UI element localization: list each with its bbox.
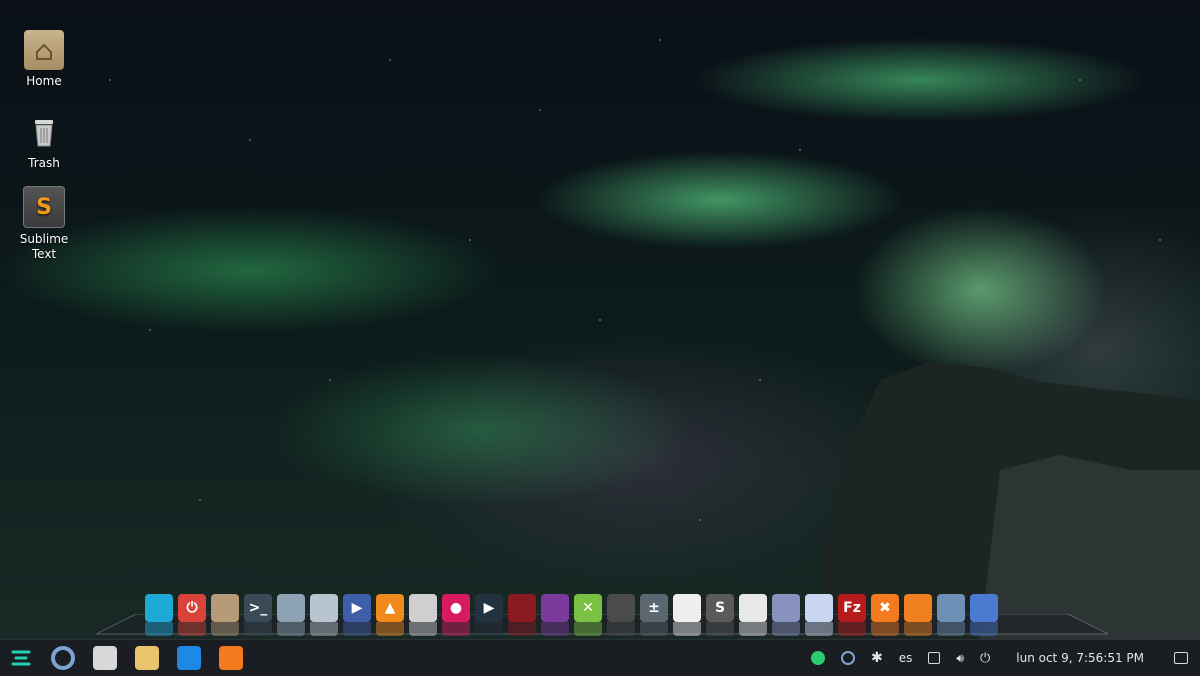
php-icon[interactable] [772,594,800,622]
dock-reflection-tile [937,622,965,636]
system-monitor-icon[interactable] [177,646,201,670]
calculator-icon[interactable]: ± [640,594,668,622]
desktop-icon-label: Home [26,74,62,88]
dock-reflection-tile [739,622,767,636]
zorin-menu-icon[interactable] [145,594,173,622]
dock-reflection-tile [772,622,800,636]
mountain-silhouette [822,362,1200,640]
window-icon[interactable] [928,652,941,664]
dock: ⏻ >_ ▶ ▲ ● ▶ ✕ ± S Fz ✖ [145,588,1003,622]
dock-reflection-tile [178,622,206,636]
zorin-logo-icon[interactable] [9,646,33,670]
dock-reflection-tile [343,622,371,636]
firefox-icon[interactable] [904,594,932,622]
home-folder-icon [24,30,64,70]
filezilla-icon[interactable]: Fz [838,594,866,622]
terminal-icon[interactable]: >_ [244,594,272,622]
cross-tool-icon[interactable]: ✕ [574,594,602,622]
movie-maker-icon[interactable] [541,594,569,622]
dock-reflection-tile [838,622,866,636]
taskbar-launchers [0,640,252,676]
keyboard-layout-indicator[interactable]: es [899,651,913,665]
dock-reflection-tile [145,622,173,636]
dock-reflection-tile [376,622,404,636]
video-editor-icon[interactable] [508,594,536,622]
text-editor-icon[interactable] [739,594,767,622]
chrome-icon[interactable] [970,594,998,622]
xampp-icon[interactable]: ✖ [871,594,899,622]
camera-icon[interactable] [409,594,437,622]
dock-reflection-tile [607,622,635,636]
power-tray-icon[interactable]: ⏻ [980,651,990,666]
dock-reflection-tile [442,622,470,636]
dock-reflection-tile [475,622,503,636]
dock-reflection-tile [805,622,833,636]
dock-reflection-tile [310,622,338,636]
cube-icon[interactable] [805,594,833,622]
dock-reflection-tile [244,622,272,636]
dock-reflection-tile [541,622,569,636]
dock-reflection-tile [871,622,899,636]
clock[interactable]: lun oct 9, 7:56:51 PM [1016,651,1144,665]
sublime-text-icon: S [23,186,65,228]
video-player-icon[interactable]: ▶ [475,594,503,622]
desktop-icon-sublime-text[interactable]: S Sublime Text [14,186,74,262]
power-icon[interactable]: ⏻ [178,594,206,622]
volume-icon[interactable]: 🔊︎ [956,651,964,666]
notification-icon[interactable] [1174,652,1188,664]
desktop-icon-trash[interactable]: Trash [14,112,74,171]
taskbar: ✱ es 🔊︎ ⏻ lun oct 9, 7:56:51 PM [0,639,1200,676]
chromium-icon[interactable] [937,594,965,622]
desktop-icon-label: Sublime Text [19,232,69,261]
files-icon[interactable] [277,594,305,622]
dock-reflection-tile [673,622,701,636]
dock-reflection-tile [277,622,305,636]
dock-reflection-tile [211,622,239,636]
vlc-icon[interactable]: ▲ [376,594,404,622]
xampp-taskbar-icon[interactable] [219,646,243,670]
accessibility-icon[interactable]: ✱ [871,650,883,666]
desktop-icon-home[interactable]: Home [14,30,74,89]
file-search-icon[interactable] [310,594,338,622]
dock-reflection [145,622,1003,636]
media-player-icon[interactable]: ▶ [343,594,371,622]
dock-reflection-tile [574,622,602,636]
weather-icon[interactable] [135,646,159,670]
chromium-tray-icon[interactable] [841,651,856,665]
chat-icon[interactable] [811,651,826,665]
dock-reflection-tile [508,622,536,636]
chromium-taskbar-icon[interactable] [51,646,75,670]
system-tray: ✱ es 🔊︎ ⏻ lun oct 9, 7:56:51 PM [803,640,1200,676]
dock-reflection-tile [904,622,932,636]
file-manager-taskbar-icon[interactable] [93,646,117,670]
dock-reflection-tile [970,622,998,636]
trash-icon [24,112,64,152]
owl-icon[interactable] [607,594,635,622]
dock-reflection-tile [640,622,668,636]
archive-icon[interactable] [211,594,239,622]
dock-reflection-tile [409,622,437,636]
document-icon[interactable] [673,594,701,622]
record-icon[interactable]: ● [442,594,470,622]
dock-reflection-tile [706,622,734,636]
desktop-icon-label: Trash [28,156,60,170]
sublime-dock-icon[interactable]: S [706,594,734,622]
